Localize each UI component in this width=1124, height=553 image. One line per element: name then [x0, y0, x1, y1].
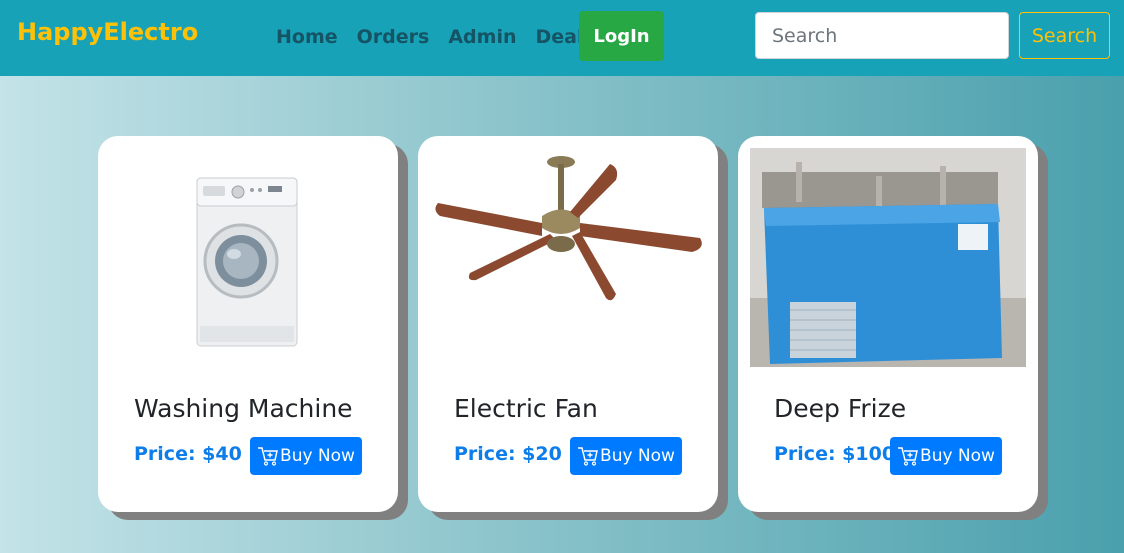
cart-plus-icon [898, 447, 918, 466]
login-button[interactable]: LogIn [579, 11, 664, 61]
navbar: HappyElectro Home Orders Admin Deals Log… [0, 0, 1124, 76]
buy-now-button[interactable]: Buy Now [570, 437, 682, 475]
product-price: Price: $20 [454, 443, 562, 465]
nav-link-orders[interactable]: Orders [357, 26, 430, 48]
ceiling-fan-image [430, 148, 706, 367]
nav-link-home[interactable]: Home [276, 26, 338, 48]
product-card-washing-machine: Washing Machine Price: $40 Buy Now [98, 136, 398, 512]
product-price: Price: $100 [774, 443, 896, 465]
nav-links: Home Orders Admin Deals [276, 26, 614, 48]
product-title: Electric Fan [454, 394, 598, 423]
buy-now-button[interactable]: Buy Now [250, 437, 362, 475]
search-input[interactable] [755, 12, 1009, 59]
brand-logo[interactable]: HappyElectro [17, 18, 198, 46]
product-title: Washing Machine [134, 394, 353, 423]
product-price: Price: $40 [134, 443, 242, 465]
product-card-electric-fan: Electric Fan Price: $20 Buy Now [418, 136, 718, 512]
washing-machine-image [110, 148, 386, 367]
buy-now-label: Buy Now [920, 446, 995, 466]
cart-plus-icon [578, 447, 598, 466]
buy-now-label: Buy Now [600, 446, 675, 466]
nav-link-admin[interactable]: Admin [448, 26, 516, 48]
product-card-deep-frize: Deep Frize Price: $100 Buy Now [738, 136, 1038, 512]
cart-plus-icon [258, 447, 278, 466]
buy-now-label: Buy Now [280, 446, 355, 466]
product-title: Deep Frize [774, 394, 907, 423]
search-button[interactable]: Search [1019, 12, 1110, 59]
buy-now-button[interactable]: Buy Now [890, 437, 1002, 475]
deep-freezer-image [750, 148, 1026, 367]
